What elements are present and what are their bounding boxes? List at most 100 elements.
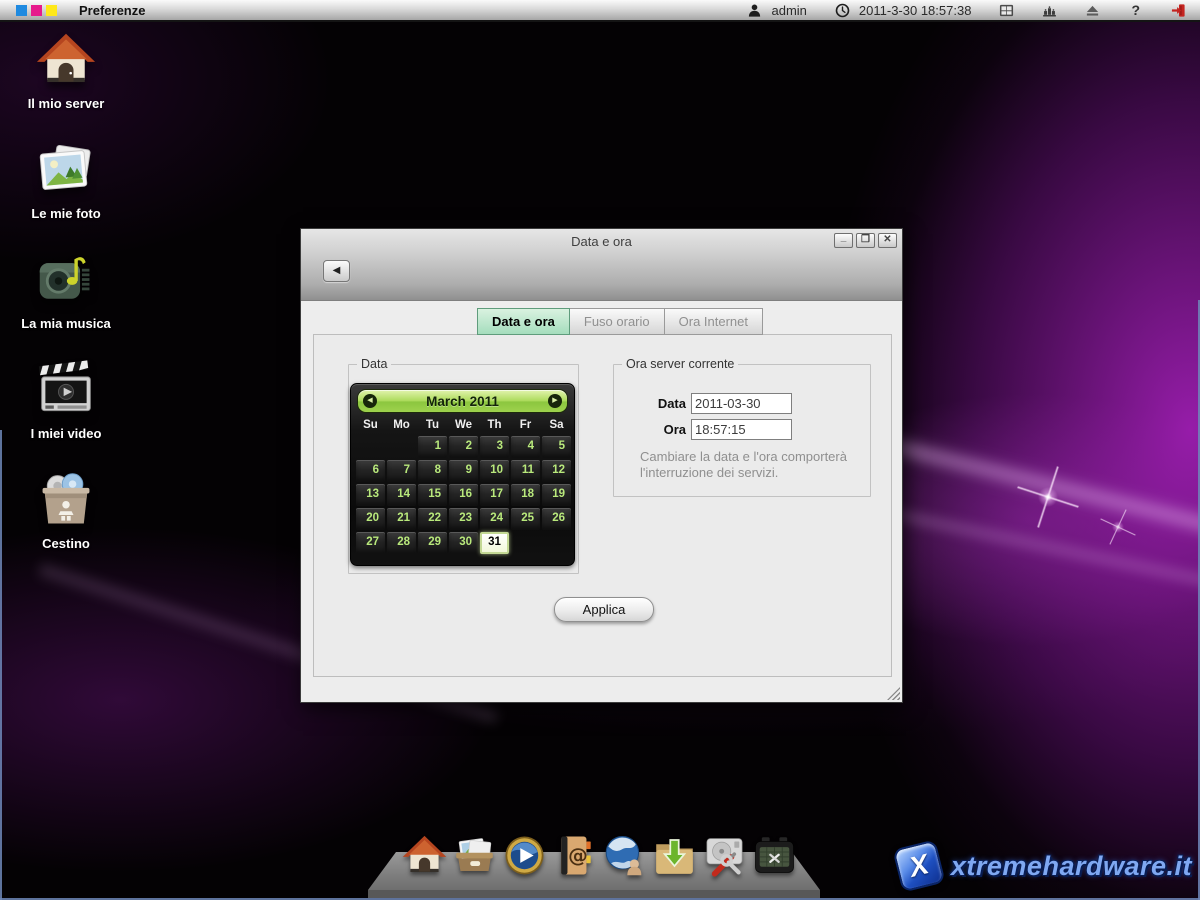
calendar-day-14[interactable]: 14 [387,484,416,506]
dock-contacts-icon[interactable]: @ [552,833,597,878]
desktop-item-label: Le mie foto [31,206,100,221]
desktop-item-label: La mia musica [21,316,111,331]
desktop-item-trash[interactable]: Cestino [6,470,126,580]
background-light-streak [859,500,1200,601]
calendar-day-26[interactable]: 26 [542,508,571,530]
server-time-group: Ora server corrente Data Ora Cambiare la… [613,357,871,497]
maximize-button[interactable]: ❐ [856,233,875,248]
desktop-item-my-photos[interactable]: Le mie foto [6,140,126,250]
close-button[interactable]: ✕ [878,233,897,248]
desktop-icon-column: Il mio server Le mie foto [6,30,126,580]
svg-text:@: @ [568,844,588,867]
page-title: Preferenze [79,3,145,18]
calendar-day-10[interactable]: 10 [480,460,509,482]
calendar-day-4[interactable]: 4 [511,436,540,458]
minimize-button[interactable]: _ [834,233,853,248]
calendar-day-7[interactable]: 7 [387,460,416,482]
date-input[interactable] [691,393,792,414]
calendar-day-3[interactable]: 3 [480,436,509,458]
desktop-item-my-server[interactable]: Il mio server [6,30,126,140]
calendar-day-13[interactable]: 13 [356,484,385,506]
dock-home-icon[interactable] [402,833,447,878]
videos-icon [36,360,96,420]
dock-downloads-icon[interactable] [652,833,697,878]
desktop-item-my-videos[interactable]: I miei video [6,360,126,470]
background-light-streak [877,430,1200,557]
time-input[interactable] [691,419,792,440]
calendar-day-23[interactable]: 23 [449,508,478,530]
back-button[interactable]: ◀ [323,260,350,282]
calendar-day-21[interactable]: 21 [387,508,416,530]
window-title: Data e ora [301,234,902,249]
trash-icon [36,470,96,530]
calendar-day-19[interactable]: 19 [542,484,571,506]
tab-data-e-ora[interactable]: Data e ora [477,308,570,335]
calendar-prev-icon[interactable]: ◀ [363,394,377,408]
calendar-header: ◀ March 2011 ▶ [357,389,568,413]
desktop-screen: Preferenze admin 2011-3-30 18:57:38 [0,0,1200,900]
calendar-day-17[interactable]: 17 [480,484,509,506]
watermark-text: xtremehardware.it [951,851,1192,882]
logo-square-magenta [31,5,42,16]
calendar-day-30[interactable]: 30 [449,532,478,554]
dock-system-console-icon[interactable] [752,833,797,878]
calendar-day-15[interactable]: 15 [418,484,447,506]
tab-ora-internet[interactable]: Ora Internet [665,308,763,335]
resize-handle[interactable] [887,687,900,700]
user-icon [747,3,762,18]
calendar-day-27[interactable]: 27 [356,532,385,554]
calendar-day-18[interactable]: 18 [511,484,540,506]
calendar-day-11[interactable]: 11 [511,460,540,482]
help-icon[interactable]: ? [1128,2,1143,18]
calendar-day-24[interactable]: 24 [480,508,509,530]
calendar-day-22[interactable]: 22 [418,508,447,530]
desktop-item-label: I miei video [31,426,102,441]
calendar-day-8[interactable]: 8 [418,460,447,482]
dock-photos-icon[interactable] [452,833,497,878]
calendar-day-2[interactable]: 2 [449,436,478,458]
clock-icon [835,3,850,18]
date-time-window: Data e ora _ ❐ ✕ ◀ Data e ora Fuso orari… [300,228,903,703]
content-panel: Data ◀ March 2011 ▶ SuMoTuWeThFrSa 12345… [313,334,892,677]
photos-icon [36,140,96,200]
tab-bar: Data e ora Fuso orario Ora Internet [477,308,763,335]
calendar-empty-cell [387,436,416,458]
desktop-item-label: Cestino [42,536,90,551]
calendar-day-20[interactable]: 20 [356,508,385,530]
calendar-day-31[interactable]: 31 [480,532,509,554]
desktop-item-label: Il mio server [28,96,105,111]
calendar-day-29[interactable]: 29 [418,532,447,554]
calendar-day-1[interactable]: 1 [418,436,447,458]
calendar-empty-cell [511,532,540,554]
eject-icon[interactable] [1085,3,1100,18]
logo-square-blue [16,5,27,16]
calendar-day-9[interactable]: 9 [449,460,478,482]
calendar-empty-cell [356,436,385,458]
calendar-day-12[interactable]: 12 [542,460,571,482]
calendar-day-header: Tu [417,416,448,435]
apps-grid-icon[interactable] [999,3,1014,18]
calendar-day-6[interactable]: 6 [356,460,385,482]
apply-button[interactable]: Applica [554,597,654,622]
calendar-day-28[interactable]: 28 [387,532,416,554]
calendar-day-header: Fr [510,416,541,435]
calendar-day-header-row: SuMoTuWeThFrSa [355,416,570,435]
desktop-item-my-music[interactable]: La mia musica [6,250,126,360]
dock-media-player-icon[interactable] [502,833,547,878]
calendar-day-5[interactable]: 5 [542,436,571,458]
calendar-month-label: March 2011 [426,394,499,409]
username[interactable]: admin [771,3,806,18]
dock-disk-utility-icon[interactable] [702,833,747,878]
watermark-x: X [906,848,932,884]
logout-icon[interactable] [1171,3,1186,18]
stats-icon[interactable] [1042,3,1057,18]
screen-edge [0,430,2,900]
dock-network-users-icon[interactable] [602,833,647,878]
calendar-next-icon[interactable]: ▶ [548,394,562,408]
dock-platform-front [368,890,820,898]
topbar: Preferenze admin 2011-3-30 18:57:38 [0,0,1200,22]
calendar-day-25[interactable]: 25 [511,508,540,530]
calendar-day-header: Th [479,416,510,435]
calendar-day-16[interactable]: 16 [449,484,478,506]
tab-fuso-orario[interactable]: Fuso orario [570,308,665,335]
